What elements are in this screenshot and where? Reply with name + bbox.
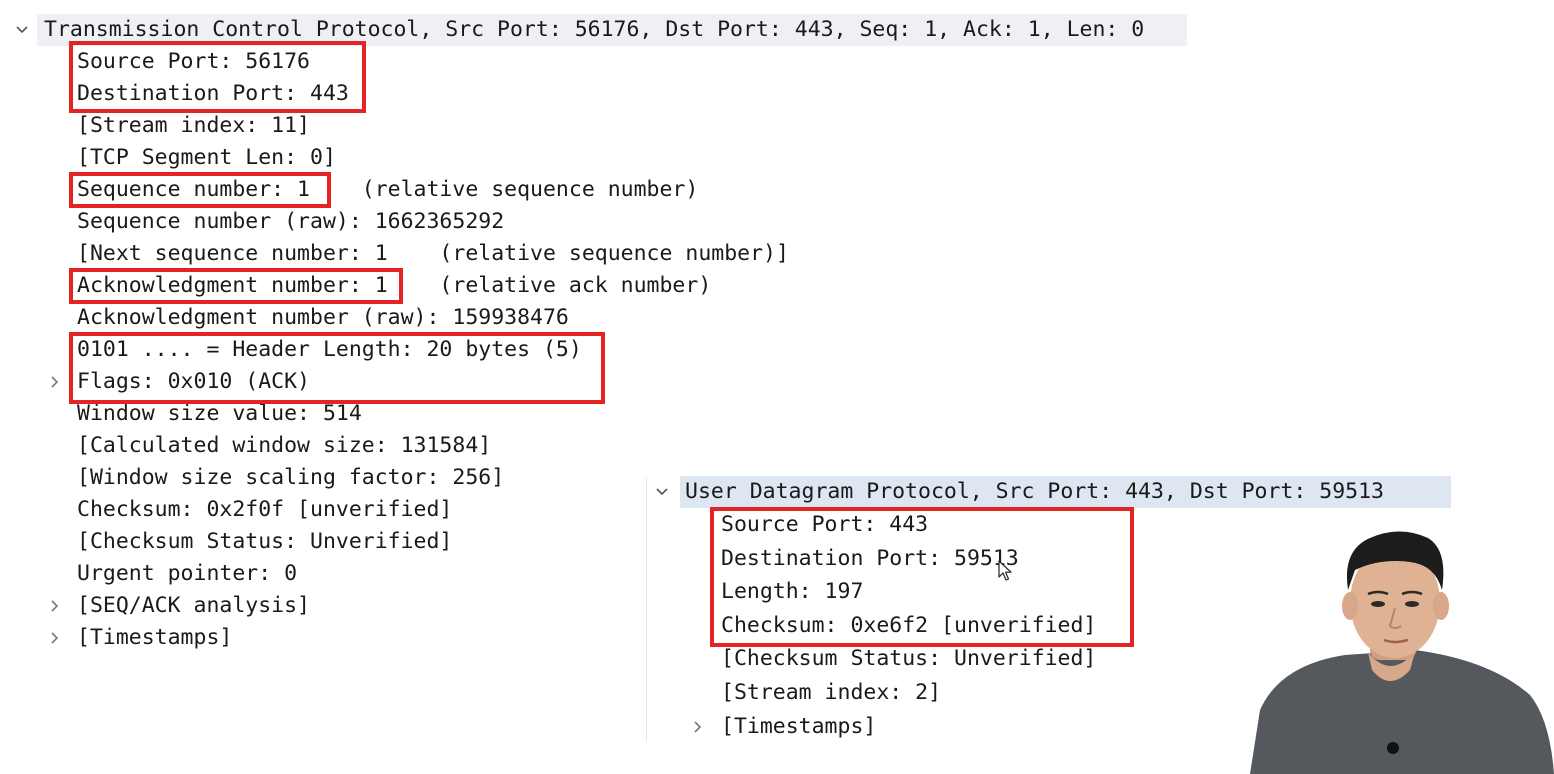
udp-field-checksum[interactable]: Checksum: 0xe6f2 [unverified]: [721, 610, 1096, 642]
tcp-field-urgent-pointer[interactable]: Urgent pointer: 0: [77, 558, 297, 590]
tcp-field-sequence-number-raw[interactable]: Sequence number (raw): 1662365292: [77, 206, 504, 238]
tcp-field-stream-index[interactable]: [Stream index: 11]: [77, 110, 310, 142]
chevron-down-icon[interactable]: [12, 20, 32, 40]
tcp-field-calculated-window-size[interactable]: [Calculated window size: 131584]: [77, 430, 491, 462]
udp-field-stream-index[interactable]: [Stream index: 2]: [721, 677, 941, 709]
tcp-field-timestamps[interactable]: [Timestamps]: [77, 622, 232, 654]
tcp-field-ack-number[interactable]: Acknowledgment number: 1 (relative ack n…: [77, 270, 711, 302]
tcp-field-destination-port[interactable]: Destination Port: 443: [77, 78, 349, 110]
udp-field-length[interactable]: Length: 197: [721, 576, 863, 608]
tcp-field-window-size-value[interactable]: Window size value: 514: [77, 398, 362, 430]
panel-divider: [646, 478, 647, 742]
tcp-field-flags[interactable]: Flags: 0x010 (ACK): [77, 366, 310, 398]
chevron-right-icon[interactable]: [45, 628, 65, 648]
tcp-field-header-length[interactable]: 0101 .... = Header Length: 20 bytes (5): [77, 334, 582, 366]
tcp-protocol-header[interactable]: Transmission Control Protocol, Src Port:…: [44, 14, 1144, 46]
tcp-field-window-scaling-factor[interactable]: [Window size scaling factor: 256]: [77, 462, 504, 494]
chevron-right-icon[interactable]: [45, 372, 65, 392]
tcp-field-ack-number-raw[interactable]: Acknowledgment number (raw): 159938476: [77, 302, 569, 334]
tcp-field-next-sequence-number[interactable]: [Next sequence number: 1 (relative seque…: [77, 238, 789, 270]
udp-field-checksum-status[interactable]: [Checksum Status: Unverified]: [721, 643, 1096, 675]
tcp-field-seq-ack-analysis[interactable]: [SEQ/ACK analysis]: [77, 590, 310, 622]
presenter-illustration: [1250, 531, 1554, 774]
tcp-field-sequence-number[interactable]: Sequence number: 1 (relative sequence nu…: [77, 174, 698, 206]
presenter-video: [1250, 520, 1554, 774]
chevron-down-icon[interactable]: [652, 482, 672, 502]
tcp-field-checksum[interactable]: Checksum: 0x2f0f [unverified]: [77, 494, 452, 526]
chevron-right-icon[interactable]: [45, 596, 65, 616]
tcp-field-source-port[interactable]: Source Port: 56176: [77, 46, 310, 78]
udp-field-destination-port[interactable]: Destination Port: 59513: [721, 543, 1019, 575]
udp-field-source-port[interactable]: Source Port: 443: [721, 509, 928, 541]
udp-protocol-header[interactable]: User Datagram Protocol, Src Port: 443, D…: [685, 476, 1384, 508]
chevron-right-icon[interactable]: [688, 717, 708, 737]
tcp-field-checksum-status[interactable]: [Checksum Status: Unverified]: [77, 526, 452, 558]
mouse-pointer-icon: [998, 560, 1014, 588]
udp-field-timestamps[interactable]: [Timestamps]: [721, 711, 876, 743]
tcp-field-segment-len[interactable]: [TCP Segment Len: 0]: [77, 142, 336, 174]
